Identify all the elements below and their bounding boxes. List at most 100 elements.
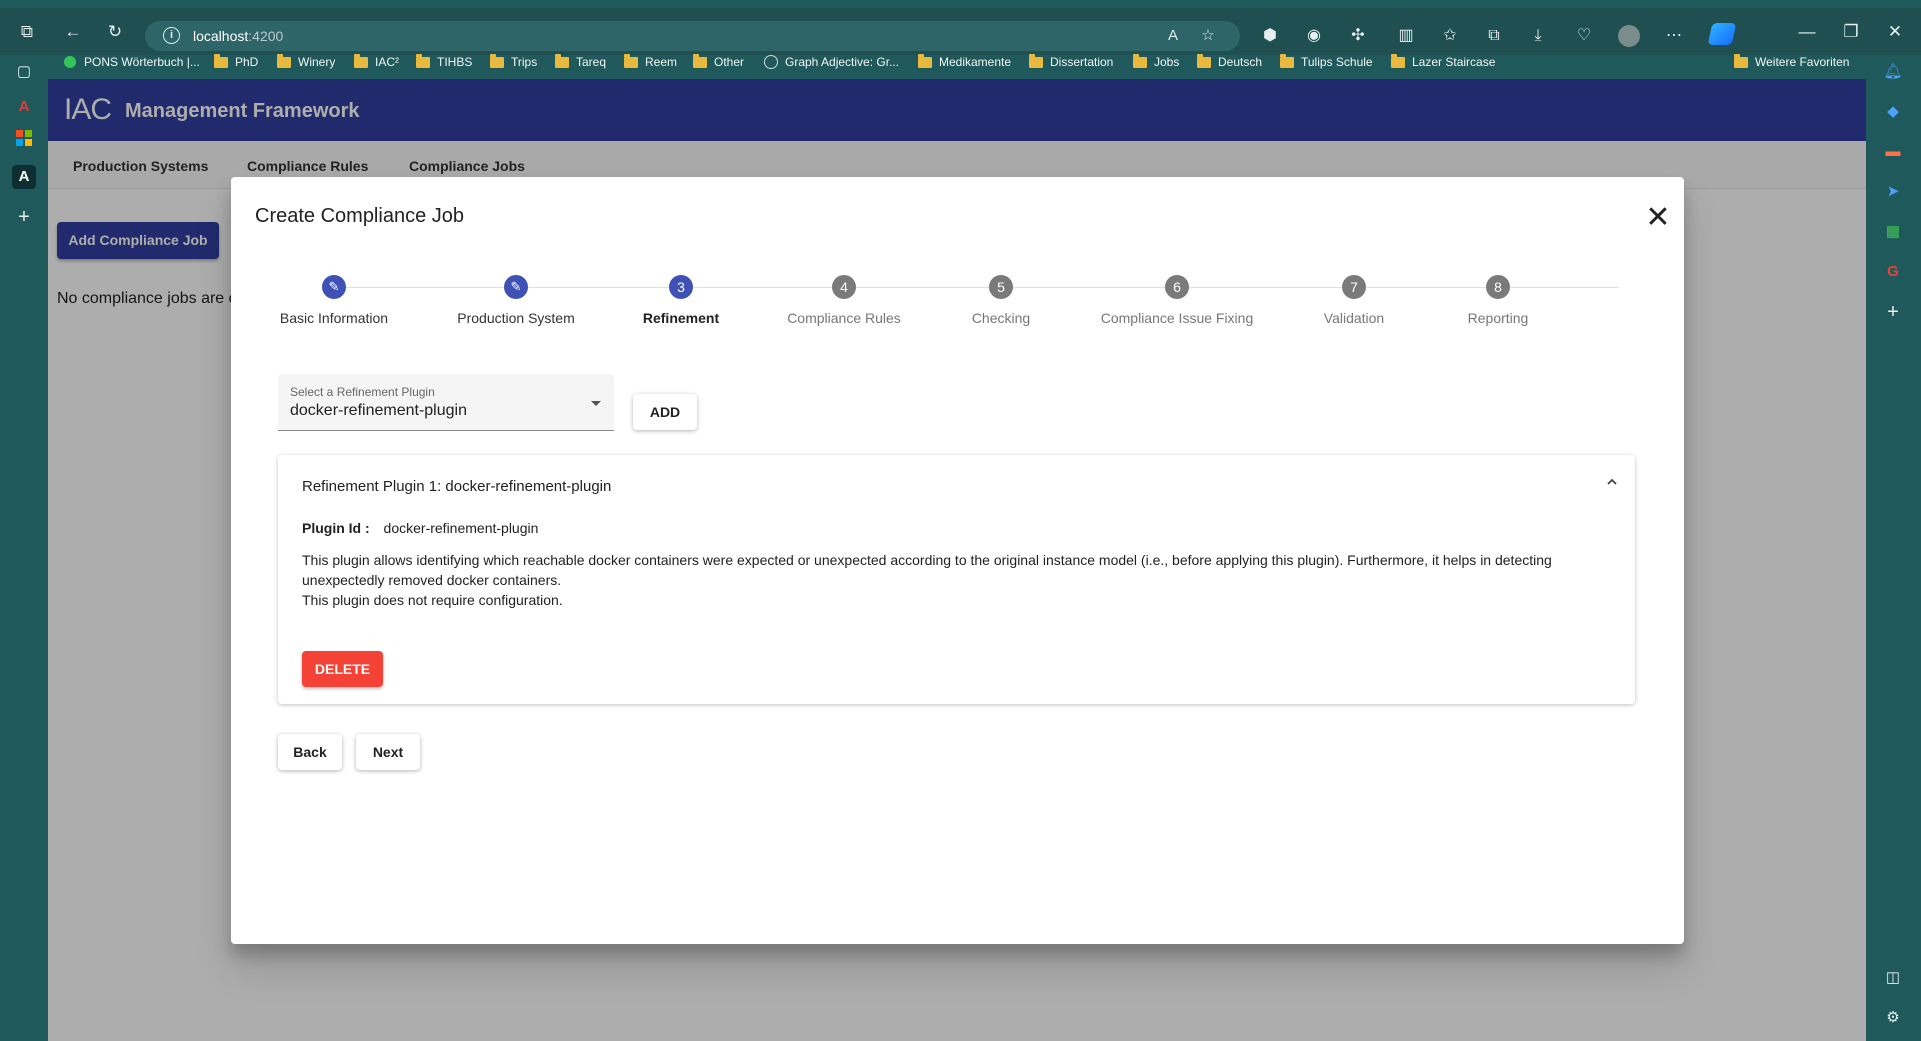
add-tab-icon[interactable]: +: [12, 205, 36, 229]
extension-shield-icon[interactable]: ⬢: [1256, 22, 1284, 50]
bookmark-other[interactable]: Other: [693, 52, 744, 72]
browser-window: ⧉ ← ↻ i localhost:4200 A ☆ ⬢ ◉ ✣ ▥ ✩ ⧉ ⤓…: [0, 0, 1921, 1041]
bookmark-lazer-staircase[interactable]: Lazer Staircase: [1391, 52, 1495, 72]
back-button[interactable]: Back: [278, 734, 342, 770]
favorite-star-icon[interactable]: ☆: [1197, 25, 1219, 47]
pencil-icon: ✎: [504, 275, 528, 299]
send-icon[interactable]: ➤: [1881, 180, 1905, 204]
select-value: docker-refinement-plugin: [290, 402, 467, 419]
plugin-id-row: Plugin Id : docker-refinement-plugin: [302, 520, 538, 536]
angular-app-icon[interactable]: A: [12, 95, 36, 119]
folder-icon: [277, 53, 291, 68]
bookmark-tihbs[interactable]: TIHBS: [416, 52, 472, 72]
web-icon: [764, 55, 778, 69]
step-reporting[interactable]: 8 Reporting: [1408, 273, 1588, 326]
favorites-icon[interactable]: ✩: [1436, 22, 1464, 50]
close-icon[interactable]: ✕: [1644, 203, 1672, 233]
minimize-icon[interactable]: —: [1794, 19, 1820, 45]
step-compliance-rules[interactable]: 4 Compliance Rules: [754, 273, 934, 326]
read-aloud-icon[interactable]: A: [1162, 25, 1184, 47]
step-production-system[interactable]: ✎ Production System: [426, 273, 606, 326]
bookmark-trips[interactable]: Trips: [490, 52, 537, 72]
folder-icon: [1197, 53, 1211, 68]
back-arrow-icon[interactable]: ←: [60, 19, 86, 45]
step-compliance-issue-fixing[interactable]: 6 Compliance Issue Fixing: [1087, 273, 1267, 326]
add-sidebar-app-icon[interactable]: +: [1881, 300, 1905, 324]
step-refinement[interactable]: 3 Refinement: [591, 273, 771, 326]
downloads-icon[interactable]: ⤓: [1524, 22, 1552, 50]
folder-icon: [693, 53, 707, 68]
extensions-puzzle-icon[interactable]: ✣: [1344, 22, 1372, 50]
microsoft-icon[interactable]: [12, 130, 36, 154]
url-text[interactable]: localhost:4200: [193, 28, 283, 44]
bookmark-tulips-schule[interactable]: Tulips Schule: [1280, 52, 1373, 72]
description-line: This plugin does not require configurati…: [302, 592, 563, 608]
step-number: 5: [989, 275, 1013, 299]
step-number: 4: [832, 275, 856, 299]
hide-sidebar-icon[interactable]: ◫: [1881, 966, 1905, 990]
bookmark-winery[interactable]: Winery: [277, 52, 335, 72]
profile-avatar[interactable]: [1618, 25, 1640, 47]
panel-title[interactable]: Refinement Plugin 1: docker-refinement-p…: [302, 478, 611, 495]
collections-icon[interactable]: ⧉: [1480, 22, 1508, 50]
bookmark-reem[interactable]: Reem: [624, 52, 677, 72]
bookmark-iac2[interactable]: IAC²: [354, 52, 399, 72]
google-icon[interactable]: G: [1881, 260, 1905, 284]
right-sidebar-rail: 🔔︎ ◆ ▬ ➤ ▦ G + ◫ ⚙: [1866, 55, 1921, 1041]
step-label: Reporting: [1467, 310, 1529, 326]
copilot-icon[interactable]: [1707, 23, 1737, 45]
step-basic-information[interactable]: ✎ Basic Information: [244, 273, 424, 326]
folder-icon: [624, 53, 638, 68]
close-window-icon[interactable]: ✕: [1882, 19, 1908, 45]
select-label: Select a Refinement Plugin: [290, 385, 435, 399]
bookmark-graph-adjective[interactable]: Graph Adjective: Gr...: [764, 52, 899, 72]
active-app-tab-icon[interactable]: A: [12, 165, 36, 189]
site-info-icon[interactable]: i: [163, 27, 180, 44]
tools-briefcase-icon[interactable]: ▬: [1881, 140, 1905, 164]
delete-button[interactable]: DELETE: [302, 651, 383, 687]
extension-g-icon[interactable]: ◉: [1300, 22, 1328, 50]
restore-icon[interactable]: ❐: [1838, 19, 1864, 45]
chevron-up-icon[interactable]: [1605, 475, 1619, 489]
more-menu-icon[interactable]: ⋯: [1660, 22, 1688, 50]
step-number: 6: [1165, 275, 1189, 299]
bookmark-medikamente[interactable]: Medikamente: [918, 52, 1011, 72]
settings-gear-icon[interactable]: ⚙: [1881, 1006, 1905, 1030]
step-number: 7: [1342, 275, 1366, 299]
folder-icon: [1029, 53, 1043, 68]
bookmark-phd[interactable]: PhD: [214, 52, 258, 72]
bookmark-dissertation[interactable]: Dissertation: [1029, 52, 1113, 72]
sheets-icon[interactable]: ▦: [1881, 220, 1905, 244]
bookmark-jobs[interactable]: Jobs: [1133, 52, 1179, 72]
pons-icon: [64, 56, 76, 68]
folder-icon: [1280, 53, 1294, 68]
bookmarks-bar: PONS Wörterbuch |... PhD Winery IAC² TIH…: [48, 52, 1868, 72]
step-checking[interactable]: 5 Checking: [911, 273, 1091, 326]
browser-titlebar: ⧉ ← ↻ i localhost:4200 A ☆ ⬢ ◉ ✣ ▥ ✩ ⧉ ⤓…: [0, 8, 1921, 55]
dropdown-arrow-icon: [591, 401, 601, 406]
bookmark-deutsch[interactable]: Deutsch: [1197, 52, 1262, 72]
address-bar[interactable]: i localhost:4200 A ☆: [145, 21, 1240, 51]
performance-icon[interactable]: ♡: [1570, 22, 1598, 50]
description-line: unexpectedly removed docker containers.: [302, 572, 562, 588]
refresh-icon[interactable]: ↻: [102, 19, 128, 45]
bookmark-pons[interactable]: PONS Wörterbuch |...: [64, 52, 200, 72]
step-label: Compliance Rules: [787, 310, 901, 326]
step-label: Refinement: [642, 310, 720, 326]
folder-icon: [555, 53, 569, 68]
step-label: Production System: [457, 310, 575, 326]
next-button[interactable]: Next: [356, 734, 420, 770]
tab-actions-icon[interactable]: ▢: [12, 60, 36, 84]
split-screen-icon[interactable]: ▥: [1392, 22, 1420, 50]
folder-icon: [1133, 53, 1147, 68]
workspaces-icon[interactable]: ⧉: [14, 19, 40, 45]
bookmark-weitere-favoriten[interactable]: Weitere Favoriten: [1734, 52, 1849, 72]
folder-icon: [214, 53, 228, 68]
refinement-plugin-select[interactable]: Select a Refinement Plugin docker-refine…: [278, 374, 614, 431]
shopping-tag-icon[interactable]: ◆: [1881, 100, 1905, 124]
add-button[interactable]: ADD: [633, 394, 697, 430]
pencil-icon: ✎: [322, 275, 346, 299]
left-sidebar-rail: ▢ A A +: [0, 55, 48, 1041]
bookmark-tareq[interactable]: Tareq: [555, 52, 606, 72]
notifications-bell-icon[interactable]: 🔔︎: [1881, 60, 1905, 84]
